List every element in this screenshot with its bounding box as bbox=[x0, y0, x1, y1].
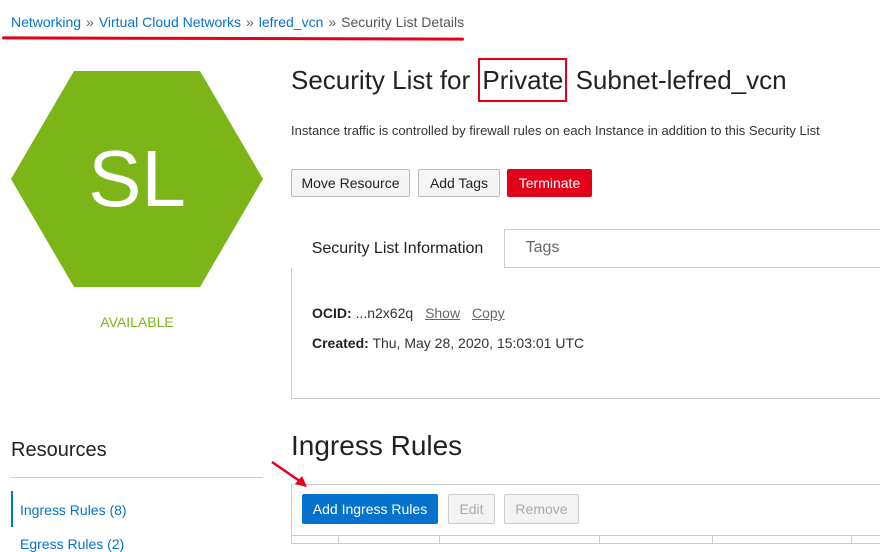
created-label: Created: bbox=[312, 335, 369, 351]
remove-button[interactable]: Remove bbox=[504, 494, 579, 524]
title-suffix: Subnet-lefred_vcn bbox=[575, 65, 787, 95]
resources-heading: Resources bbox=[11, 439, 107, 461]
page-title: Security List for Private Subnet-lefred_… bbox=[291, 58, 787, 102]
logo-initials: SL bbox=[88, 134, 186, 223]
title-prefix: Security List for bbox=[291, 65, 471, 95]
breadcrumb-separator: » bbox=[245, 14, 254, 30]
page-description: Instance traffic is controlled by firewa… bbox=[291, 123, 820, 138]
breadcrumb-networking[interactable]: Networking bbox=[11, 14, 81, 30]
edit-button[interactable]: Edit bbox=[448, 494, 495, 524]
breadcrumb-separator: » bbox=[328, 14, 337, 30]
ocid-row: OCID: ...n2x62q Show Copy bbox=[312, 305, 505, 321]
resources-divider bbox=[11, 477, 263, 478]
status-badge: AVAILABLE bbox=[100, 314, 174, 330]
ocid-copy-link[interactable]: Copy bbox=[472, 305, 505, 321]
terminate-button[interactable]: Terminate bbox=[507, 169, 592, 197]
breadcrumb: Networking» Virtual Cloud Networks» lefred… bbox=[11, 14, 464, 30]
add-tags-button[interactable]: Add Tags bbox=[418, 169, 500, 197]
created-value: Thu, May 28, 2020, 15:03:01 UTC bbox=[372, 335, 585, 351]
breadcrumb-vcns[interactable]: Virtual Cloud Networks bbox=[99, 14, 241, 30]
tab-divider bbox=[505, 267, 880, 268]
breadcrumb-vcn[interactable]: lefred_vcn bbox=[259, 14, 324, 30]
tab-tags[interactable]: Tags bbox=[505, 229, 580, 267]
table-header-line bbox=[291, 535, 880, 536]
resource-logo: SL bbox=[11, 71, 263, 287]
add-ingress-rules-button[interactable]: Add Ingress Rules bbox=[302, 494, 438, 524]
resource-ingress-rules[interactable]: Ingress Rules (8) bbox=[20, 502, 127, 518]
annotation-arrow-icon bbox=[271, 460, 307, 487]
ocid-label: OCID: bbox=[312, 305, 352, 321]
ingress-rules-heading: Ingress Rules bbox=[291, 430, 463, 461]
move-resource-button[interactable]: Move Resource bbox=[291, 169, 410, 197]
title-highlight: Private bbox=[478, 58, 568, 102]
ocid-show-link[interactable]: Show bbox=[425, 305, 460, 321]
ocid-value: ...n2x62q bbox=[355, 305, 414, 321]
tab-security-list-information[interactable]: Security List Information bbox=[291, 229, 505, 268]
resource-egress-rules[interactable]: Egress Rules (2) bbox=[20, 536, 124, 552]
annotation-underline bbox=[1, 36, 465, 41]
active-indicator bbox=[11, 491, 13, 527]
breadcrumb-current: Security List Details bbox=[341, 14, 465, 30]
created-row: Created: Thu, May 28, 2020, 15:03:01 UTC bbox=[312, 335, 584, 351]
breadcrumb-separator: » bbox=[86, 14, 94, 30]
